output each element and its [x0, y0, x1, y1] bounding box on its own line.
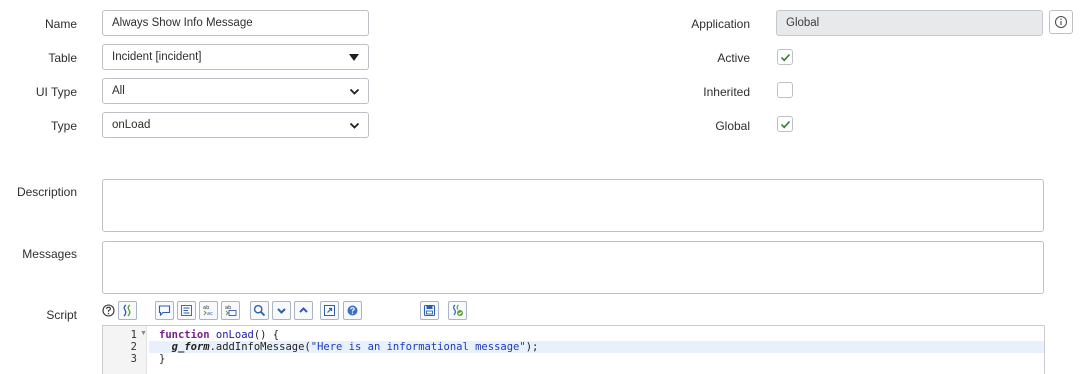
search-button[interactable] [250, 301, 269, 320]
description-textarea[interactable] [102, 179, 1044, 232]
inherited-label: Inherited [703, 85, 750, 99]
code-line: function onLoad() { [149, 329, 1044, 341]
chevron-up-icon [299, 307, 308, 313]
info-button[interactable] [1049, 10, 1073, 34]
search-icon [253, 304, 266, 317]
chevron-down-icon [277, 308, 286, 314]
fullscreen-button[interactable] [320, 301, 339, 320]
previous-button[interactable] [294, 301, 313, 320]
line-number-gutter: 1 ▼ 2 3 [103, 326, 147, 374]
script-label: Script [46, 308, 77, 322]
code-text: () { [253, 329, 280, 341]
code-text: } [159, 353, 166, 365]
messages-label: Messages [22, 247, 77, 261]
code-line: } [149, 353, 1044, 365]
object-name: g_form [171, 341, 210, 353]
replace-button[interactable]: ab ac [199, 301, 218, 320]
caret-down-icon [349, 54, 359, 61]
application-label: Application [691, 17, 750, 31]
checkmark-icon [780, 120, 791, 129]
replace-all-icon: ab [225, 305, 237, 316]
format-icon [181, 305, 192, 316]
active-code-line: g_form.addInfoMessage("Here is an inform… [149, 341, 1044, 353]
save-icon [423, 304, 436, 317]
messages-textarea[interactable] [102, 241, 1044, 294]
name-label: Name [44, 17, 77, 31]
script-debugger-icon [347, 305, 358, 316]
ui-type-label: UI Type [35, 85, 77, 99]
table-label: Table [48, 51, 77, 65]
type-label: Type [50, 119, 77, 133]
help-icon[interactable] [102, 304, 115, 317]
toggle-syntax-button[interactable] [118, 301, 137, 320]
name-field[interactable]: Always Show Info Message [102, 10, 369, 36]
script-validator-button[interactable] [448, 301, 467, 320]
replace-icon: ab ac [203, 305, 213, 317]
save-button[interactable] [420, 301, 439, 320]
table-value: Incident [incident] [112, 51, 202, 63]
active-checkbox[interactable] [777, 49, 793, 65]
table-select[interactable]: Incident [incident] [102, 44, 369, 70]
type-value: onLoad [112, 119, 151, 131]
global-label: Global [715, 119, 750, 133]
line-number: 3 [130, 353, 137, 365]
checkmark-icon [780, 53, 791, 62]
code-text: ); [525, 341, 539, 353]
line-number: 1 [130, 329, 137, 341]
string-literal: "Here is an informational message" [310, 341, 526, 353]
chevron-down-icon [349, 122, 360, 129]
info-icon [1055, 16, 1067, 28]
inherited-checkbox[interactable] [777, 82, 793, 98]
type-select[interactable]: onLoad [102, 112, 369, 138]
comment-icon [158, 305, 171, 317]
toggle-syntax-icon [123, 304, 131, 317]
global-checkbox[interactable] [777, 116, 793, 132]
ui-type-value: All [112, 85, 125, 97]
format-button[interactable] [177, 301, 196, 320]
fold-marker-icon: ▼ [140, 330, 147, 337]
application-value: Global [786, 17, 820, 29]
next-button[interactable] [272, 301, 291, 320]
code-text: .addInfoMessage( [209, 341, 311, 353]
ui-type-select[interactable]: All [102, 78, 369, 104]
svg-text:ac: ac [207, 311, 213, 317]
line-number: 2 [130, 341, 137, 353]
function-name: onLoad [215, 329, 254, 341]
active-label: Active [717, 51, 750, 65]
name-value: Always Show Info Message [112, 17, 253, 29]
fullscreen-icon [324, 305, 335, 316]
keyword: function [159, 329, 210, 341]
script-debugger-button[interactable] [343, 301, 362, 320]
comment-button[interactable] [155, 301, 174, 320]
application-field: Global [776, 10, 1043, 36]
script-editor[interactable]: 1 ▼ 2 3 function onLoad() { g_form.addIn… [102, 325, 1045, 374]
script-validator-icon [453, 304, 463, 316]
replace-all-button[interactable]: ab [221, 301, 240, 320]
description-label: Description [16, 185, 77, 199]
chevron-down-icon [349, 88, 360, 95]
